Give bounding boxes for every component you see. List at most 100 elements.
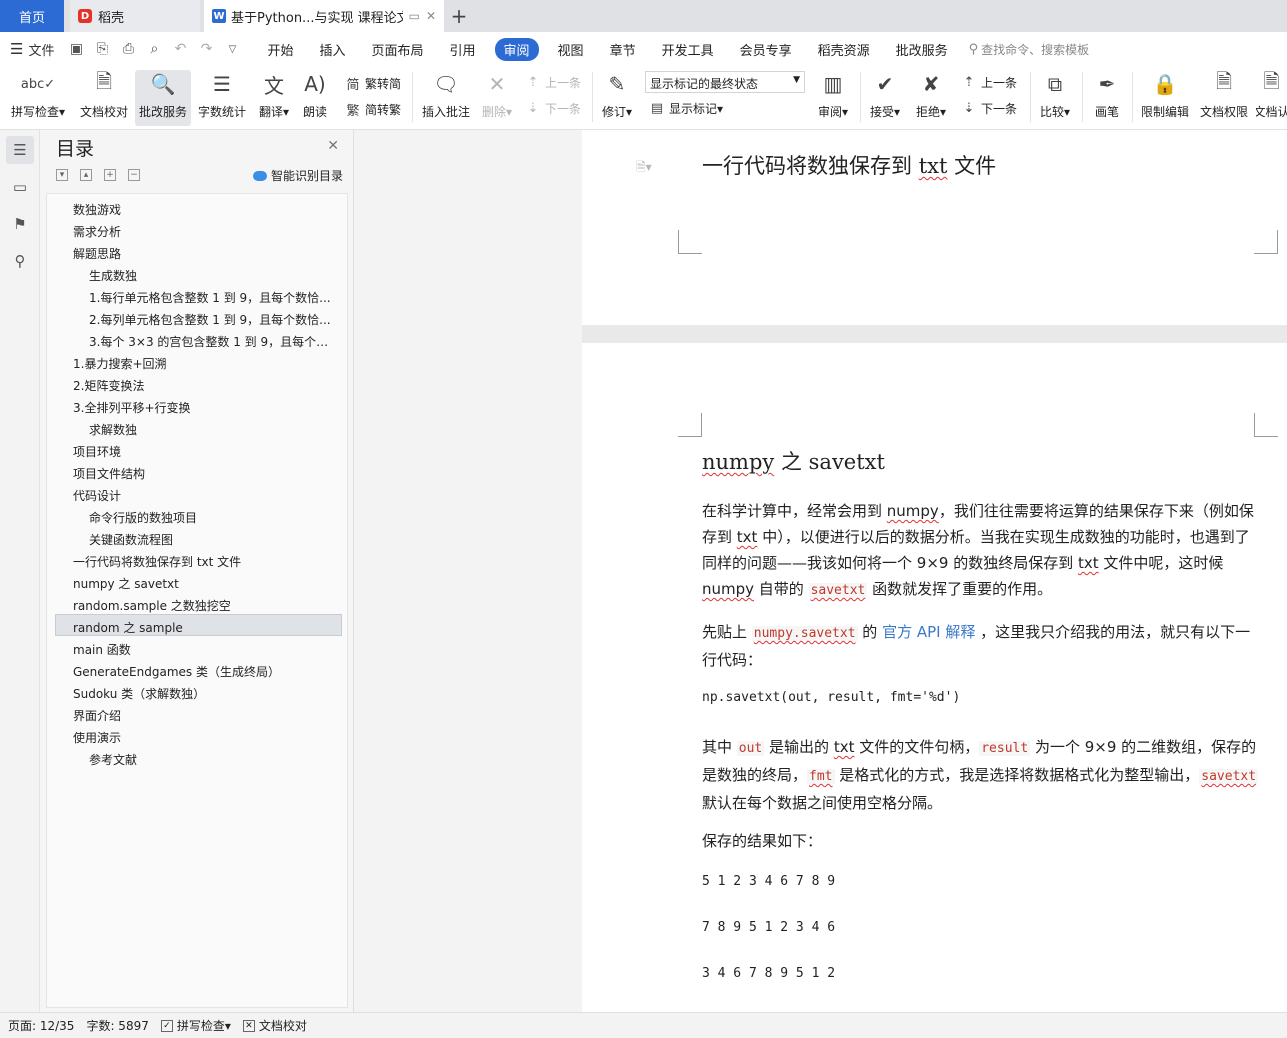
menu-insert[interactable]: 插入 [319,40,345,59]
tab-close-icon[interactable]: ✕ [426,9,436,23]
toc-item[interactable]: ∨3.全排列平移+行变换 [73,397,339,417]
toc-item[interactable]: Sudoku 类（求解数独） [73,683,339,703]
toc-item[interactable]: 1.暴力搜索+回溯 [73,353,339,373]
close-icon[interactable]: ✕ [327,138,339,154]
toc-item[interactable]: main 函数 [73,639,339,659]
doc-permission-button[interactable]: 🗎 文档权限 [1198,69,1250,120]
status-doc-proof[interactable]: ✕ 文档校对 [242,1017,307,1034]
toc-item[interactable]: 生成数独 [89,265,339,285]
prev-comment-button[interactable]: ⇡ 上一条 [524,74,581,91]
toc-item-label: 代码设计 [73,488,122,503]
official-api-link[interactable]: 官方 API 解释 [882,623,975,641]
delete-comment-button[interactable]: ✕ 删除▾ [478,70,516,120]
word-count-icon: ☰ [213,72,231,96]
toc-item[interactable]: random 之 sample [73,617,339,637]
review-pane-icon: ▥ [823,72,843,96]
toc-item[interactable]: ∨使用演示 [73,727,339,747]
toc-item[interactable]: 界面介绍 [73,705,339,725]
page-indicator[interactable]: 页面: 12/35 [8,1017,74,1034]
tab-float-icon[interactable]: ▭ [409,9,420,23]
track-changes-button[interactable]: ✎ 修订▾ [598,70,636,120]
simplified-to-traditional-button[interactable]: 繁简转繁 [344,100,401,119]
grading-service-button[interactable]: 🔍 批改服务 [135,70,191,126]
toc-item[interactable]: 一行代码将数独保存到 txt 文件 [73,551,339,571]
prev-change-button[interactable]: ⇡ 上一条 [960,74,1017,91]
tab-document[interactable]: W 基于Python...与实现 课程论文 ▭ ✕ [204,0,444,32]
toc-item[interactable]: numpy 之 savetxt [73,573,339,593]
toc-item[interactable]: 需求分析 [73,221,339,241]
find-icon[interactable]: ⚲ [6,247,34,275]
redo-icon[interactable]: ↷ [198,41,214,57]
toc-item[interactable]: random.sample 之数独挖空 [73,595,339,615]
toc-item[interactable]: 3.每个 3×3 的宫包含整数 1 到 9，且每个数... [89,331,339,351]
toc-item[interactable]: 命令行版的数独项目 [89,507,339,527]
toc-item[interactable]: 1.每行单元格包含整数 1 到 9，且每个数恰... [89,287,339,307]
menu-view[interactable]: 视图 [558,40,584,59]
doc-certify-button[interactable]: 🗎 文档认 [1256,70,1287,120]
file-menu[interactable]: ☰ 文件 [10,40,54,59]
toc-item[interactable]: GenerateEndgames 类（生成终局） [73,661,339,681]
toc-item[interactable]: 项目文件结构 [73,463,339,483]
menu-developer[interactable]: 开发工具 [662,40,714,59]
toc-item[interactable]: 求解数独 [89,419,339,439]
save-icon[interactable]: ▣ [68,41,84,57]
toc-item[interactable]: ∨解题思路 [73,243,339,263]
compare-button[interactable]: ⧉ 比较▾ [1036,70,1074,120]
new-tab-button[interactable]: + [444,0,474,32]
smart-toc-button[interactable]: 智能识别目录 [252,167,343,184]
undo-icon[interactable]: ↶ [172,41,188,57]
command-search[interactable]: ⚲ 查找命令、搜索模板 [969,41,1090,58]
show-markup-button[interactable]: ▤ 显示标记 ▾ [648,100,723,117]
print-preview-icon[interactable]: ⌕ [146,41,162,57]
next-comment-button[interactable]: ⇣ 下一条 [524,100,581,117]
toc-item[interactable]: ∨代码设计 [73,485,339,505]
paragraph-mark-icon[interactable]: 🗎▾ [636,158,652,179]
menu-start[interactable]: 开始 [267,40,293,59]
toc-item[interactable]: 项目环境 [73,441,339,461]
bookmark-icon[interactable]: ⚑ [6,210,34,238]
next-change-button[interactable]: ⇣ 下一条 [960,100,1017,117]
toc-item[interactable]: 2.矩阵变换法 [73,375,339,395]
toc-item[interactable]: 2.每列单元格包含整数 1 到 9，且每个数恰... [89,309,339,329]
toc-item[interactable]: 数独游戏 [73,199,339,219]
collapse-all-icon[interactable]: ▴ [80,169,92,181]
menu-member[interactable]: 会员专享 [740,40,792,59]
chapter-nav-icon[interactable]: ▭ [6,173,34,201]
tab-home[interactable]: 首页 [0,0,64,32]
menu-references[interactable]: 引用 [450,40,476,59]
menu-grading[interactable]: 批改服务 [896,40,948,59]
status-spell-check[interactable]: ✓ 拼写检查 ▾ [160,1017,231,1034]
expand-all-icon[interactable]: ▾ [56,169,68,181]
restrict-editing-button[interactable]: 🔒 限制编辑 [1138,70,1192,120]
customize-quick-access-icon[interactable]: ▽ [224,44,240,55]
markup-state-select[interactable]: 显示标记的最终状态 ▼ [645,71,805,93]
traditional-to-simplified-button[interactable]: 简繁转简 [344,74,401,93]
spell-check-button[interactable]: abc✓ 拼写检查▾ [8,70,68,120]
status-proof-label: 文档校对 [258,1019,307,1033]
word-count-button[interactable]: ☰ 字数统计 [194,70,250,120]
menu-daoke-resources[interactable]: 稻壳资源 [818,40,870,59]
doc-proof-button[interactable]: 🗎 文档校对 [76,69,132,120]
quick-access: ▣ ⎘ ⎙ ⌕ ↶ ↷ ▽ [68,41,240,57]
word-count-indicator[interactable]: 字数: 5897 [86,1017,148,1034]
toc-nav-icon[interactable]: ☰ [6,136,34,164]
toc-item[interactable]: 参考文献 [89,749,339,769]
tab-daoke[interactable]: D 稻壳 [70,0,200,32]
menu-review[interactable]: 审阅 [494,37,539,61]
document-page[interactable]: numpy 之 savetxt 在科学计算中，经常会用到 numpy，我们往往需… [582,343,1287,1012]
tab-daoke-label: 稻壳 [98,10,125,26]
accept-button[interactable]: ✔ 接受▾ [866,70,904,120]
read-aloud-button[interactable]: A) 朗读 [298,70,332,120]
reject-button[interactable]: ✘ 拒绝▾ [912,70,950,120]
export-pdf-icon[interactable]: ⎘ [94,41,110,57]
pen-button[interactable]: ✒ 画笔 [1090,70,1124,120]
add-heading-icon[interactable]: + [104,169,116,181]
review-pane-button[interactable]: ▥ 审阅▾ [814,70,852,120]
toc-item[interactable]: 关键函数流程图 [89,529,339,549]
menu-section[interactable]: 章节 [610,40,636,59]
print-icon[interactable]: ⎙ [120,41,136,57]
menu-page-layout[interactable]: 页面布局 [372,40,424,59]
remove-heading-icon[interactable]: − [128,169,140,181]
translate-button[interactable]: 文 翻译▾ [254,70,294,120]
insert-comment-button[interactable]: 🗨 插入批注 [420,70,472,120]
